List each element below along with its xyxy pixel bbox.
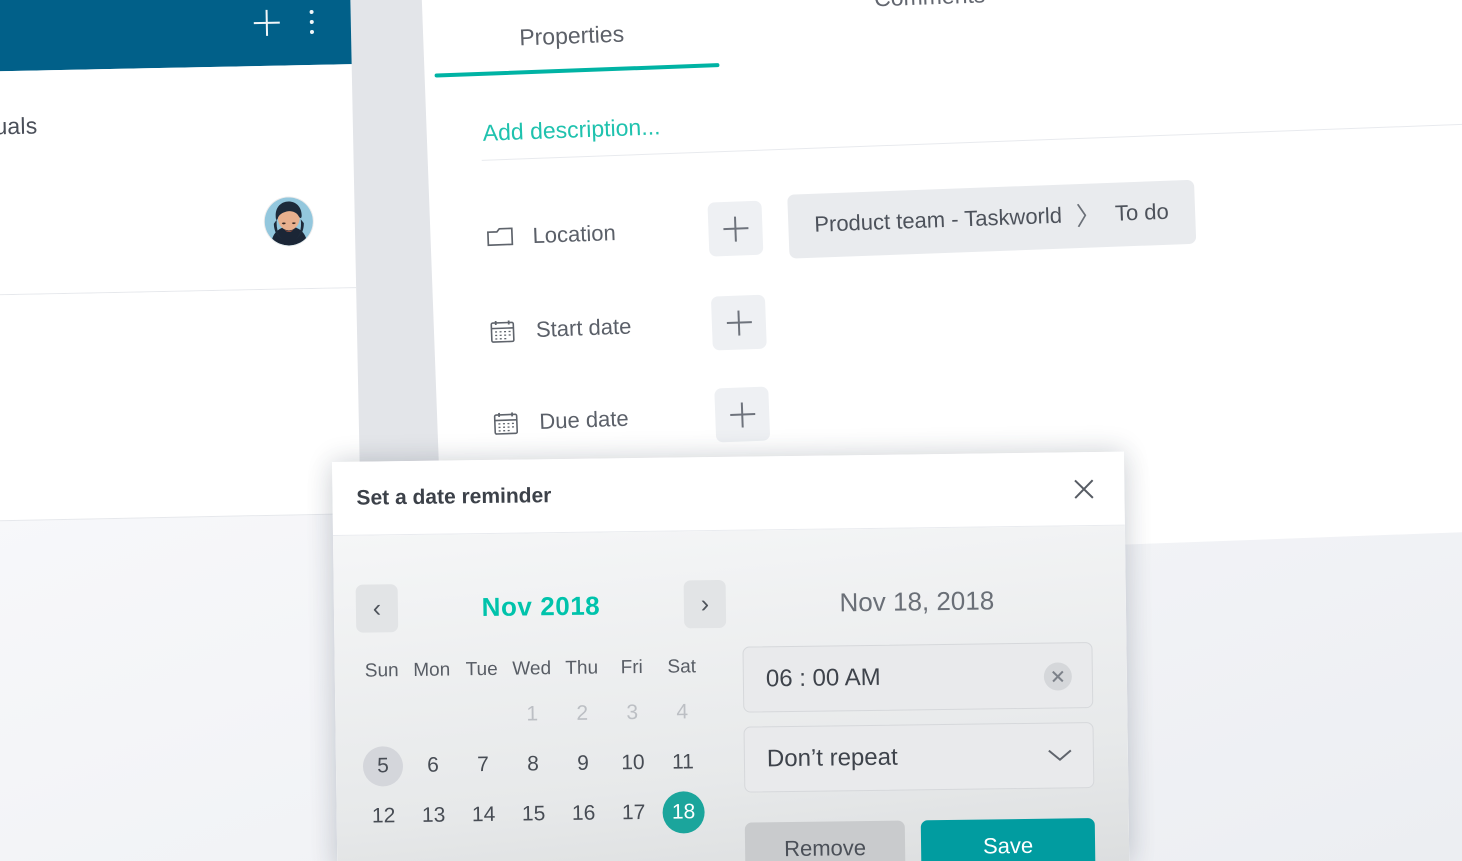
app-screen: blog visuals ontent — [0, 0, 1462, 861]
active-tab-underline — [434, 63, 720, 78]
next-month-button[interactable]: › — [683, 579, 727, 629]
clear-circle-icon[interactable] — [1043, 662, 1073, 691]
avatar — [264, 196, 314, 246]
dialog-body: ‹ Nov2018 › Sun Mon Tue Wed Thu Fri Sat — [332, 525, 1130, 861]
board-card[interactable]: blog visuals ontent — [0, 64, 357, 296]
folder-icon — [486, 224, 517, 251]
location-value-chip[interactable]: Product team - Taskworld 〉 To do — [787, 179, 1196, 259]
repeat-select[interactable]: Don’t repeat — [743, 722, 1095, 793]
calendar-day[interactable]: 7 — [458, 740, 509, 791]
add-due-date-button[interactable] — [714, 386, 771, 443]
calendar-day[interactable]: 12 — [358, 791, 409, 842]
calendar-day[interactable]: 11 — [658, 737, 709, 788]
plus-icon — [729, 402, 755, 428]
selected-date-label: Nov 18, 2018 — [839, 585, 995, 618]
chevron-right-icon: 〉 — [1075, 202, 1102, 232]
day-header: Wed — [512, 658, 552, 680]
plus-icon — [254, 10, 281, 37]
calendar-day[interactable]: 2 — [557, 688, 608, 739]
column-menu-button[interactable] — [309, 9, 315, 34]
calendar-week: 12 13 14 15 16 17 18 — [358, 787, 729, 842]
day-header: Sat — [667, 656, 697, 678]
plus-icon — [722, 216, 748, 242]
property-row-location: Location Product team - Taskworld 〉 To d… — [486, 179, 1196, 266]
location-list: To do — [1114, 198, 1170, 226]
calendar-week: 5 6 7 8 9 10 11 — [358, 737, 729, 792]
reminder-settings: Nov 18, 2018 06 : 00 AM Don’t repeat — [742, 570, 1095, 793]
date-reminder-dialog: Set a date reminder ‹ Nov 2018 › Sun Mon … — [332, 451, 1130, 861]
calendar-day[interactable]: 14 — [458, 790, 509, 841]
calendar-day-empty — [407, 690, 458, 741]
dialog-actions: Remove Save — [744, 818, 1096, 861]
close-icon[interactable] — [1068, 474, 1098, 504]
calendar-day-empty — [357, 691, 408, 742]
repeat-value: Don’t repeat — [766, 743, 898, 773]
calendar-day-selected[interactable]: 18 — [658, 787, 709, 838]
calendar-icon — [493, 410, 524, 437]
add-description-link[interactable]: Add description... — [482, 113, 661, 146]
property-label: Location — [532, 220, 617, 249]
day-header: Thu — [565, 657, 599, 679]
day-header: Mon — [413, 659, 451, 681]
dialog-titlebar: Set a date reminder — [332, 451, 1125, 536]
calendar-day[interactable]: 15 — [508, 789, 559, 840]
kebab-menu-icon — [309, 9, 315, 34]
calendar-day-today[interactable]: 5 — [358, 741, 409, 792]
time-input[interactable]: 06 : 00 AM — [742, 642, 1094, 713]
calendar-weeks: 1 2 3 4 5 6 7 8 9 10 11 12 13 14 15 16 17 18 — [357, 687, 729, 842]
calendar-month-year: Nov 2018 — [398, 589, 684, 624]
location-project: Product team - Taskworld — [813, 202, 1063, 237]
calendar-day[interactable]: 1 — [507, 689, 558, 740]
calendar-icon — [490, 318, 521, 345]
day-disc: 18 — [662, 791, 705, 834]
calendar-day[interactable]: 4 — [657, 687, 708, 738]
dialog-title: Set a date reminder — [356, 483, 552, 510]
calendar-day[interactable]: 10 — [608, 738, 659, 789]
board-column: blog visuals ontent — [0, 0, 362, 586]
property-label: Start date — [535, 313, 632, 342]
calendar-day[interactable]: 6 — [408, 740, 459, 791]
calendar-day[interactable]: 17 — [608, 788, 659, 839]
calendar-day[interactable]: 13 — [408, 790, 459, 841]
property-row-due-date: Due date — [492, 386, 771, 452]
day-disc: 5 — [362, 746, 404, 787]
add-location-button[interactable] — [707, 200, 764, 257]
chevron-down-icon — [1049, 749, 1071, 761]
calendar-month: Nov — [481, 590, 533, 622]
prev-month-button[interactable]: ‹ — [355, 584, 399, 633]
calendar-nav: ‹ Nov 2018 › — [355, 575, 727, 638]
task-tabs: Properties Comments Files & Links — [420, 0, 1462, 80]
calendar-day-empty — [457, 690, 508, 741]
calendar-day[interactable]: 3 — [607, 688, 658, 739]
tab-properties[interactable]: Properties — [519, 21, 625, 52]
board-column-header — [0, 0, 352, 72]
day-header: Fri — [620, 656, 643, 679]
save-button[interactable]: Save — [920, 818, 1096, 861]
time-value: 06 : 00 AM — [765, 663, 881, 693]
day-header: Tue — [465, 658, 498, 681]
property-row-start-date: Start date — [489, 294, 767, 360]
calendar-grid: Sun Mon Tue Wed Thu Fri Sat 1 2 3 4 5 6 7 8 9 10 1… — [356, 647, 728, 842]
add-card-button[interactable] — [254, 10, 281, 37]
calendar-widget: ‹ Nov2018 › Sun Mon Tue Wed Thu Fri Sat — [355, 575, 729, 842]
add-start-date-button[interactable] — [710, 294, 767, 351]
tab-comments[interactable]: Comments — [874, 0, 986, 12]
calendar-day-headers: Sun Mon Tue Wed Thu Fri Sat — [356, 647, 726, 692]
calendar-week: 1234 — [357, 687, 728, 742]
remove-button[interactable]: Remove — [744, 820, 906, 861]
plus-icon — [726, 310, 752, 336]
board-card[interactable]: design — [0, 288, 361, 522]
card-title: blog visuals — [0, 112, 38, 140]
calendar-day[interactable]: 16 — [558, 788, 609, 839]
property-label: Due date — [538, 405, 630, 434]
calendar-day[interactable]: 9 — [558, 738, 609, 789]
calendar-day[interactable]: 8 — [508, 739, 559, 790]
calendar-year: 2018 — [540, 590, 601, 621]
day-header: Sun — [364, 660, 399, 682]
